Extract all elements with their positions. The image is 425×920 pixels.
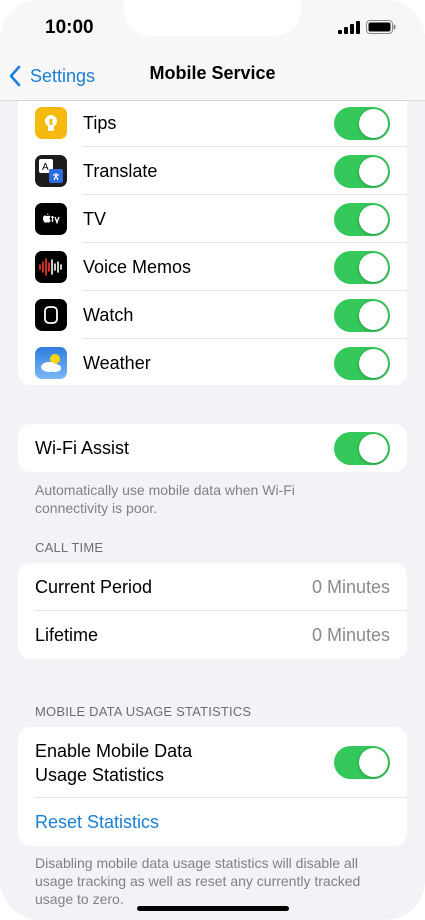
wifi-assist-row[interactable]: Wi-Fi Assist	[18, 424, 407, 472]
app-label: Watch	[83, 304, 134, 325]
app-row-tv[interactable]: TV	[18, 195, 407, 243]
app-list-card: Tips A Translate TV Voice Memos Watch We…	[18, 56, 407, 385]
toggle-knob	[359, 748, 388, 777]
reset-statistics-row[interactable]: Reset Statistics	[18, 798, 407, 846]
app-row-watch[interactable]: Watch	[18, 291, 407, 339]
usage-stats-header: MOBILE DATA USAGE STATISTICS	[35, 704, 252, 719]
lifetime-row: Lifetime 0 Minutes	[18, 611, 407, 659]
toggle-knob	[359, 301, 388, 330]
enable-usage-stats-label-line2: Usage Statistics	[35, 765, 165, 785]
app-label: TV	[83, 208, 107, 229]
usage-stats-card: Enable Mobile Data Usage Statistics Rese…	[18, 727, 407, 846]
app-row-tips[interactable]: Tips	[18, 99, 407, 147]
toggle-knob	[359, 434, 388, 463]
device-notch	[124, 0, 301, 36]
weather-icon	[35, 347, 67, 379]
toggle-knob	[359, 205, 388, 234]
enable-usage-stats-row[interactable]: Enable Mobile Data Usage Statistics	[18, 727, 407, 798]
apple-tv-icon	[35, 203, 67, 235]
tips-toggle[interactable]	[334, 107, 390, 140]
app-label: Translate	[83, 160, 158, 181]
wifi-assist-label: Wi-Fi Assist	[35, 437, 129, 458]
status-time: 10:00	[45, 17, 94, 38]
voice-memos-icon	[35, 251, 67, 283]
reset-statistics-button[interactable]: Reset Statistics	[35, 812, 159, 833]
app-label: Voice Memos	[83, 256, 192, 277]
watch-icon	[35, 299, 67, 331]
voice-memos-toggle[interactable]	[334, 251, 390, 284]
cellular-signal-icon	[338, 21, 360, 34]
enable-usage-stats-label-line1: Enable Mobile Data	[35, 741, 193, 761]
lifetime-value: 0 Minutes	[311, 624, 390, 645]
app-label: Weather	[83, 352, 151, 373]
enable-usage-stats-label: Enable Mobile Data Usage Statistics	[35, 739, 192, 787]
current-period-label: Current Period	[35, 576, 153, 597]
toggle-knob	[359, 349, 388, 378]
battery-icon	[366, 20, 396, 34]
phone-screen: Tips A Translate TV Voice Memos Watch We…	[0, 0, 425, 920]
current-period-row: Current Period 0 Minutes	[18, 563, 407, 611]
toggle-knob	[359, 253, 388, 282]
usage-stats-toggle[interactable]	[334, 746, 390, 779]
wifi-assist-toggle[interactable]	[334, 432, 390, 465]
wifi-assist-footer: Automatically use mobile data when Wi-Fi…	[35, 482, 295, 516]
lifetime-label: Lifetime	[35, 624, 99, 645]
app-row-translate[interactable]: A Translate	[18, 147, 407, 195]
toggle-knob	[359, 157, 388, 186]
weather-toggle[interactable]	[334, 347, 390, 380]
tips-icon	[35, 107, 67, 139]
app-row-weather[interactable]: Weather	[18, 339, 407, 385]
translate-toggle[interactable]	[334, 155, 390, 188]
page-title: Mobile Service	[149, 63, 276, 83]
current-period-value: 0 Minutes	[311, 576, 390, 597]
tv-toggle[interactable]	[334, 203, 390, 236]
watch-toggle[interactable]	[334, 299, 390, 332]
usage-stats-footer: Disabling mobile data usage statistics w…	[35, 855, 361, 907]
call-time-card: Current Period 0 Minutes Lifetime 0 Minu…	[18, 563, 407, 659]
app-label: Tips	[83, 112, 117, 133]
toggle-knob	[359, 109, 388, 138]
wifi-assist-card: Wi-Fi Assist	[18, 424, 407, 472]
svg-text:A: A	[42, 162, 49, 173]
home-indicator	[137, 906, 289, 911]
app-row-voice-memos[interactable]: Voice Memos	[18, 243, 407, 291]
call-time-header: CALL TIME	[35, 540, 104, 555]
translate-icon: A	[35, 155, 67, 187]
